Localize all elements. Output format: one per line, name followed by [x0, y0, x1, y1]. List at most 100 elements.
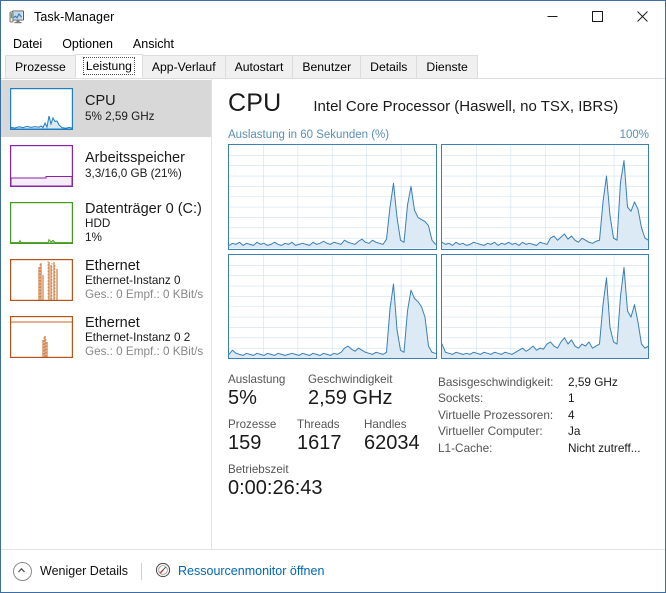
- minimize-button[interactable]: [530, 1, 575, 31]
- resource-monitor-icon: [155, 562, 171, 581]
- stat-label: Auslastung: [228, 373, 286, 386]
- stat-threads: Threads 1617: [297, 418, 364, 456]
- stat-uptime: Betriebszeit 0:00:26:43: [228, 463, 433, 501]
- sidebar-item-text: Datenträger 0 (C:) HDD 1%: [85, 201, 202, 245]
- disk-mini-graph: [10, 201, 73, 244]
- sidebar-item-text: Arbeitsspeicher 3,3/16,0 GB (21%): [85, 150, 185, 180]
- detail-key: L1-Cache:: [438, 440, 493, 455]
- sidebar-item-line2: 3,3/16,0 GB (21%): [85, 167, 182, 181]
- close-icon: [637, 10, 648, 22]
- detail-key: Sockets:: [438, 391, 484, 406]
- sidebar-item-ethernet-0-2[interactable]: Ethernet Ethernet-Instanz 0 2 Ges.: 0 Em…: [1, 308, 211, 365]
- stat-label: Prozesse: [228, 418, 277, 431]
- sidebar-item-title: Datenträger 0 (C:): [85, 200, 202, 217]
- tab-label: Dienste: [426, 60, 468, 74]
- status-bar: Weniger Details Ressourcenmonitor öffnen: [1, 549, 665, 592]
- detail-key: Virtuelle Prozessoren:: [438, 407, 554, 422]
- graph-caption-right: 100%: [619, 129, 649, 141]
- cpu-details-list: Basisgeschwindigkeit: 2,59 GHz Sockets: …: [433, 373, 649, 501]
- cpu-core-graphs[interactable]: [228, 144, 649, 359]
- sidebar-item-title: Ethernet: [85, 257, 140, 274]
- stat-row-secondary: Prozesse 159 Threads 1617 Handles 62034: [228, 418, 433, 456]
- sidebar-item-text: Ethernet Ethernet-Instanz 0 2 Ges.: 0 Em…: [85, 315, 203, 359]
- tab-autostart[interactable]: Autostart: [224, 55, 294, 78]
- stat-label: Geschwindigkeit: [308, 373, 393, 386]
- task-manager-icon: [9, 9, 25, 25]
- detail-value: Nicht zutreff...: [568, 440, 641, 455]
- ethernet-0-mini-graph: [10, 258, 73, 301]
- resource-sidebar[interactable]: CPU 5% 2,59 GHz Arbeitsspeicher 3,3/16,0…: [1, 79, 212, 549]
- tab-benutzer[interactable]: Benutzer: [292, 55, 362, 78]
- page-title: CPU: [228, 89, 282, 117]
- less-details-button[interactable]: Weniger Details: [13, 561, 128, 581]
- cpu-stats-left: Auslastung 5% Geschwindigkeit 2,59 GHz P…: [228, 373, 433, 501]
- stat-speed: Geschwindigkeit 2,59 GHz: [308, 373, 428, 411]
- stat-row-primary: Auslastung 5% Geschwindigkeit 2,59 GHz: [228, 373, 433, 411]
- resource-monitor-label: Ressourcenmonitor öffnen: [178, 564, 325, 578]
- content-area: CPU 5% 2,59 GHz Arbeitsspeicher 3,3/16,0…: [1, 79, 665, 549]
- tab-leistung[interactable]: Leistung: [74, 54, 143, 78]
- sidebar-item-title: Ethernet: [85, 314, 140, 331]
- sidebar-item-memory[interactable]: Arbeitsspeicher 3,3/16,0 GB (21%): [1, 137, 211, 194]
- sidebar-item-line2: Ethernet-Instanz 0: [85, 274, 181, 288]
- resource-monitor-link[interactable]: Ressourcenmonitor öffnen: [155, 562, 324, 581]
- tab-prozesse[interactable]: Prozesse: [5, 55, 76, 78]
- detail-sockets: Sockets: 1: [438, 390, 649, 406]
- sidebar-item-cpu[interactable]: CPU 5% 2,59 GHz: [1, 80, 211, 137]
- tab-label: Benutzer: [302, 60, 352, 74]
- stat-value: 0:00:26:43: [228, 477, 323, 499]
- detail-virtual-processors: Virtuelle Prozessoren: 4: [438, 407, 649, 423]
- tab-label: Leistung: [82, 57, 135, 75]
- sidebar-item-ethernet-0[interactable]: Ethernet Ethernet-Instanz 0 Ges.: 0 Empf…: [1, 251, 211, 308]
- menu-item-ansicht[interactable]: Ansicht: [129, 35, 183, 53]
- cpu-stats: Auslastung 5% Geschwindigkeit 2,59 GHz P…: [228, 373, 649, 501]
- detail-key: Virtueller Computer:: [438, 424, 543, 439]
- cpu-core-graph-0[interactable]: [228, 144, 437, 250]
- task-manager-window: Task-Manager Datei Optionen Ansicht Proz…: [0, 0, 666, 593]
- tab-label: Autostart: [234, 60, 284, 74]
- sidebar-item-line2: 5% 2,59 GHz: [85, 110, 155, 124]
- tab-label: App-Verlauf: [151, 60, 216, 74]
- detail-l1-cache: L1-Cache: Nicht zutreff...: [438, 440, 649, 456]
- sidebar-item-line3: 1%: [85, 230, 102, 244]
- sidebar-item-title: Arbeitsspeicher: [85, 150, 185, 167]
- stat-value: 62034: [364, 432, 420, 454]
- stat-handles: Handles 62034: [364, 418, 433, 456]
- minimize-icon: [547, 15, 558, 17]
- sidebar-item-disk[interactable]: Datenträger 0 (C:) HDD 1%: [1, 194, 211, 251]
- sidebar-item-line2: Ethernet-Instanz 0 2: [85, 331, 191, 345]
- chevron-up-circle-icon: [13, 561, 32, 581]
- memory-mini-graph: [10, 144, 73, 187]
- close-button[interactable]: [620, 1, 665, 31]
- detail-virtual-machine: Virtueller Computer: Ja: [438, 423, 649, 439]
- menu-item-datei[interactable]: Datei: [9, 35, 51, 53]
- tab-details[interactable]: Details: [360, 55, 418, 78]
- detail-key: Basisgeschwindigkeit:: [438, 375, 554, 389]
- stat-value: 5%: [228, 387, 257, 409]
- cpu-model-name: Intel Core Processor (Haswell, no TSX, I…: [313, 98, 619, 115]
- sidebar-item-line3: Ges.: 0 Empf.: 0 KBit/s: [85, 344, 204, 358]
- sidebar-item-line3: Ges.: 0 Empf.: 0 KBit/s: [85, 287, 204, 301]
- maximize-icon: [592, 10, 603, 22]
- stat-label: Betriebszeit: [228, 463, 289, 476]
- cpu-core-graph-3[interactable]: [440, 253, 649, 359]
- cpu-mini-graph: [10, 87, 73, 130]
- detail-value: 2,59 GHz: [568, 375, 618, 389]
- detail-value: 4: [568, 407, 575, 422]
- menu-item-optionen[interactable]: Optionen: [58, 35, 122, 53]
- maximize-button[interactable]: [575, 1, 620, 31]
- cpu-core-graph-1[interactable]: [440, 144, 649, 250]
- stat-label: Handles: [364, 418, 407, 431]
- sidebar-item-line2: HDD: [85, 217, 111, 231]
- sidebar-item-text: Ethernet Ethernet-Instanz 0 Ges.: 0 Empf…: [85, 258, 203, 302]
- stat-label: Threads: [296, 418, 340, 431]
- detail-base-speed: Basisgeschwindigkeit: 2,59 GHz: [438, 374, 649, 390]
- panel-header: CPU Intel Core Processor (Haswell, no TS…: [228, 89, 649, 125]
- tab-label: Details: [370, 60, 408, 74]
- cpu-core-graph-2[interactable]: [228, 253, 437, 359]
- tab-dienste[interactable]: Dienste: [416, 55, 478, 78]
- stat-value: 2,59 GHz: [308, 387, 393, 409]
- tab-app-verlauf[interactable]: App-Verlauf: [141, 55, 226, 78]
